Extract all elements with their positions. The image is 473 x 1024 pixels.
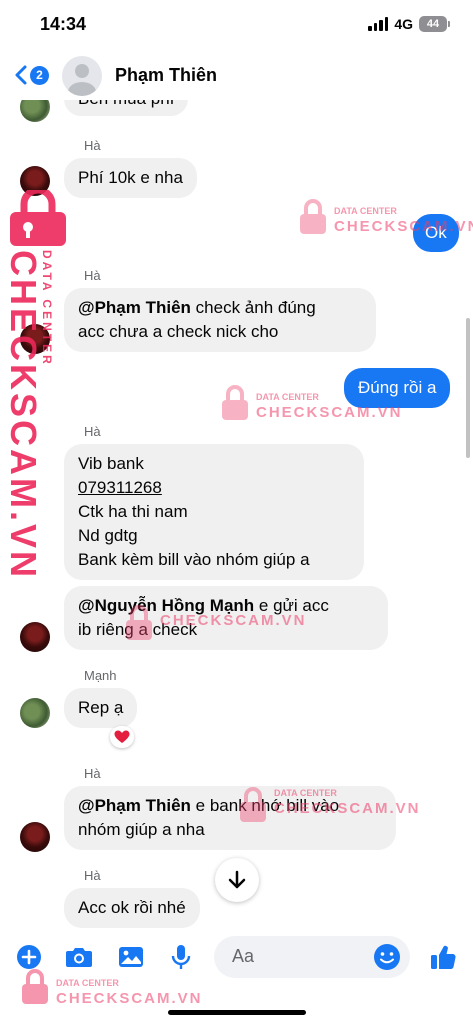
voice-button[interactable] <box>166 942 196 972</box>
like-button[interactable] <box>428 942 458 972</box>
message-input[interactable]: Aa <box>214 936 410 978</box>
lock-icon <box>10 186 66 246</box>
message-bubble[interactable]: @Phạm Thiên e bank nhớ bill vào nhóm giú… <box>64 786 396 850</box>
message-text: Đúng rồi a <box>358 378 437 397</box>
message-bubble[interactable]: Acc ok rồi nhé <box>64 888 200 928</box>
message-bubble-sent[interactable]: Ok <box>413 214 459 252</box>
message-text-line: Ctk ha thi nam <box>78 502 188 521</box>
message-list[interactable]: Bên mua phí Hà Phí 10k e nha Ok Hà @Phạm… <box>0 90 473 930</box>
message-text: Rep ạ <box>78 698 124 717</box>
account-number[interactable]: 079311268 <box>78 476 350 500</box>
message-text-line: Nd gdtg <box>78 526 138 545</box>
message-bubble[interactable]: Vib bank 079311268 Ctk ha thi nam Nd gdt… <box>64 444 364 580</box>
back-button[interactable]: 2 <box>14 64 49 86</box>
message-composer: Aa <box>0 930 473 984</box>
message-text-part: e bank nhớ bill vào <box>190 796 340 815</box>
contact-avatar[interactable] <box>62 56 102 96</box>
sender-name: Hà <box>84 868 101 883</box>
like-icon <box>431 945 456 970</box>
mention[interactable]: @Phạm Thiên <box>78 796 191 815</box>
status-indicators: 4G 44 <box>368 16 450 32</box>
signal-icon <box>368 17 389 31</box>
avatar[interactable] <box>20 622 50 652</box>
message-text: @Phạm Thiên check ảnh đúng <box>78 296 362 320</box>
message-text: Phí 10k e nha <box>78 168 183 187</box>
message-input-placeholder: Aa <box>232 946 255 966</box>
watermark-top-vertical: DATA CENTER <box>40 250 54 367</box>
heart-reaction-icon[interactable] <box>110 726 134 748</box>
message-text-line: nhóm giúp a nha <box>78 820 205 839</box>
sender-name: Hà <box>84 424 101 439</box>
avatar[interactable] <box>20 822 50 852</box>
battery-level: 44 <box>426 18 440 30</box>
scroll-to-bottom-button[interactable] <box>215 858 259 902</box>
mention[interactable]: @Phạm Thiên <box>78 298 191 317</box>
sender-name: Hà <box>84 766 101 781</box>
message-text: Acc ok rồi nhé <box>78 898 186 917</box>
arrow-down-icon <box>228 870 246 889</box>
message-text-line: acc chưa a check nick cho <box>78 322 279 341</box>
avatar[interactable] <box>20 698 50 728</box>
back-chevron-icon <box>15 65 27 85</box>
message-bubble[interactable]: @Phạm Thiên check ảnh đúng acc chưa a ch… <box>64 288 376 352</box>
message-text-line: ib riêng a check <box>78 620 198 639</box>
heart-icon <box>114 730 130 743</box>
sender-name: Hà <box>84 138 101 153</box>
message-bubble[interactable]: Rep ạ <box>64 688 138 728</box>
watermark-brand-vertical: CHECKSCAM.VN <box>3 250 44 581</box>
camera-button[interactable] <box>64 942 94 972</box>
message-text-line: Vib bank <box>78 454 144 473</box>
status-time: 14:34 <box>40 14 87 34</box>
status-bar: 14:34 4G 44 <box>0 0 473 48</box>
message-text: @Phạm Thiên e bank nhớ bill vào <box>78 794 382 818</box>
contact-name[interactable]: Phạm Thiên <box>115 65 217 86</box>
sender-name: Mạnh <box>84 668 117 683</box>
emoji-button[interactable] <box>372 942 402 972</box>
emoji-icon <box>374 944 400 970</box>
home-indicator[interactable] <box>168 1010 306 1015</box>
message-bubble[interactable]: @Nguyễn Hồng Mạnh e gửi acc ib riêng a c… <box>64 586 388 650</box>
scrollbar[interactable] <box>466 318 470 458</box>
message-text: @Nguyễn Hồng Mạnh e gửi acc <box>78 594 374 618</box>
microphone-icon <box>171 945 191 969</box>
camera-icon <box>66 948 92 967</box>
network-type: 4G <box>394 16 413 32</box>
unread-count-badge: 2 <box>30 65 49 85</box>
battery-icon: 44 <box>419 16 450 32</box>
watermark-vertical <box>6 186 70 251</box>
message-text-part: check ảnh đúng <box>190 298 316 317</box>
message-text-line: Bank kèm bill vào nhóm giúp a <box>78 550 310 569</box>
message-text: Ok <box>425 223 447 242</box>
chat-header: 2 Phạm Thiên <box>0 50 473 100</box>
message-text-part: e gửi acc <box>254 596 329 615</box>
mention[interactable]: @Nguyễn Hồng Mạnh <box>78 596 254 615</box>
sender-name: Hà <box>84 268 101 283</box>
message-bubble-sent[interactable]: Đúng rồi a <box>344 368 451 408</box>
plus-icon <box>17 945 41 969</box>
message-bubble[interactable]: Phí 10k e nha <box>64 158 197 198</box>
default-avatar-icon <box>68 64 96 96</box>
gallery-button[interactable] <box>116 942 146 972</box>
gallery-icon <box>119 947 143 967</box>
watermark-brand: CHECKSCAM.VN <box>56 990 203 1007</box>
more-actions-button[interactable] <box>14 942 44 972</box>
